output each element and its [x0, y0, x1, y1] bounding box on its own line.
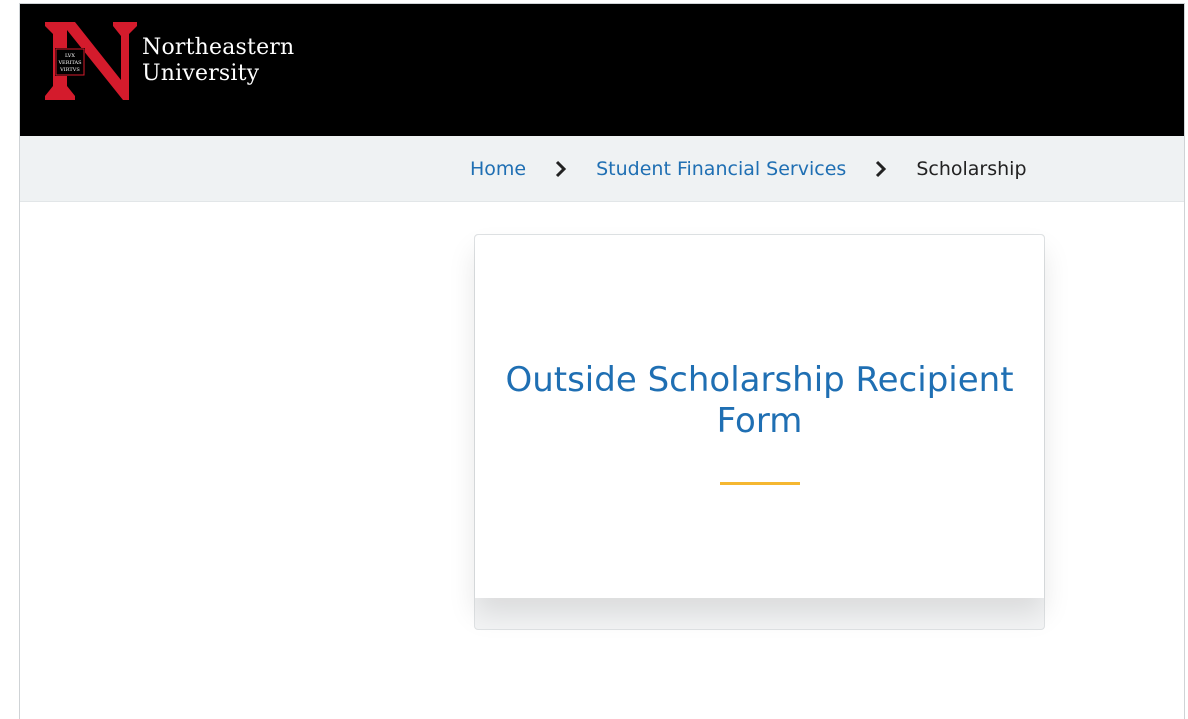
- title-accent-divider: [720, 482, 800, 485]
- breadcrumb-scholarship: Scholarship: [916, 157, 1027, 180]
- form-card[interactable]: Outside Scholarship Recipient Form: [474, 234, 1045, 630]
- breadcrumb-home[interactable]: Home: [470, 158, 526, 180]
- seal-text: LVX: [65, 53, 75, 59]
- breadcrumb-student-financial-services[interactable]: Student Financial Services: [596, 158, 846, 180]
- chevron-right-icon: [876, 160, 887, 177]
- university-name: Northeastern University: [142, 35, 294, 87]
- form-card-title: Outside Scholarship Recipient Form: [505, 360, 1014, 441]
- seal-text: VERITAS: [57, 60, 82, 66]
- breadcrumb: Home Student Financial Services Scholars…: [470, 136, 1027, 201]
- northeastern-n-seal-icon: LVXVERITASVIRTVS: [45, 22, 137, 100]
- browser-frame: LVX VERITAS VIRTVS Northeastern University…: [19, 3, 1185, 719]
- logo-line-northeastern: Northeastern: [142, 35, 295, 60]
- logo-line-university: University: [142, 61, 260, 86]
- site-header: LVX VERITAS VIRTVS Northeastern University: [20, 4, 1184, 136]
- breadcrumb-bar: Home Student Financial Services Scholars…: [20, 136, 1184, 202]
- chevron-right-icon: [556, 160, 567, 177]
- university-logo-link[interactable]: LVX VERITAS VIRTVS Northeastern University: [39, 20, 294, 102]
- seal-text: VIRTVS: [59, 67, 80, 73]
- form-card-body: Outside Scholarship Recipient Form: [475, 235, 1044, 598]
